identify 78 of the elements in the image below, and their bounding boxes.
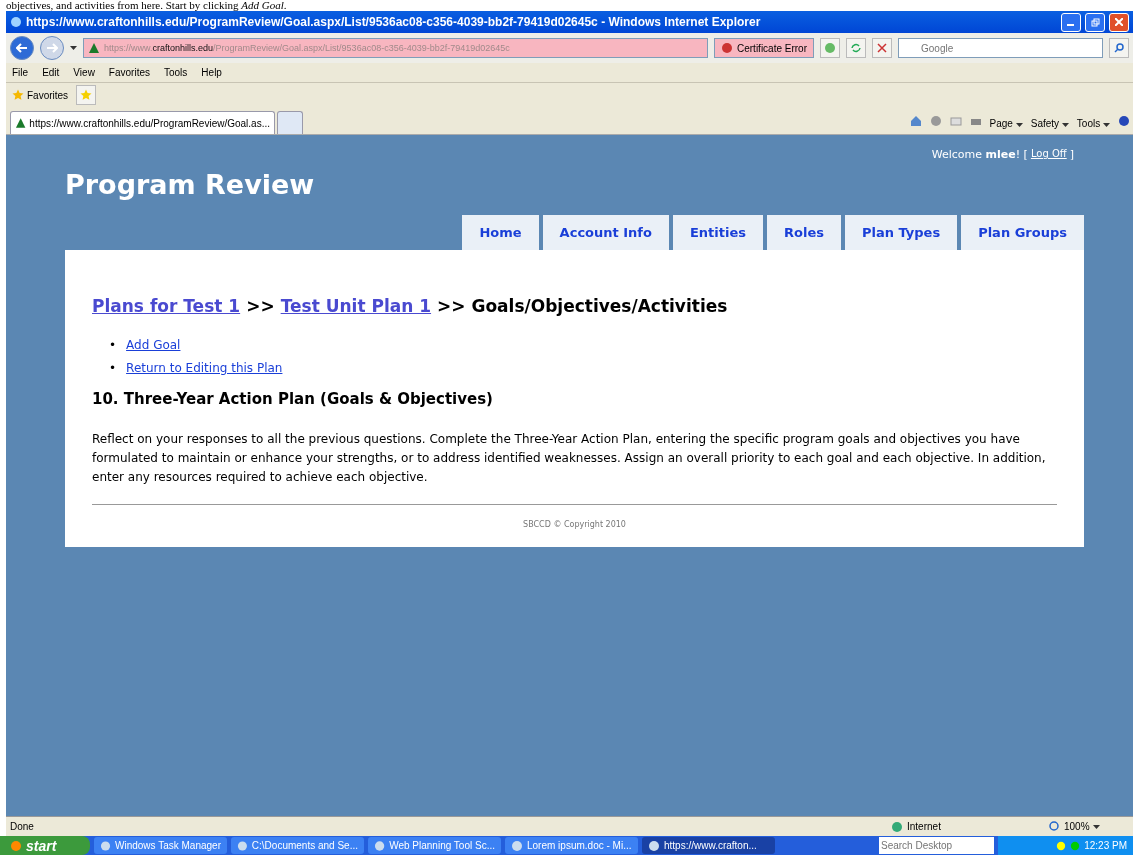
caret-icon [1061, 123, 1069, 127]
breadcrumb-text: >> Goals/Objectives/Activities [437, 296, 728, 316]
instructions-text: Reflect on your responses to all the previous questions. Complete the Three-Year Action Plan, entering the specific program goals and objectives you have formulated to maintain or enhance your strengths, or to address identified weaknesses. Assign an overall priority to each goal and each objective. In addition, enter any resources required to achieve each objective. [92, 431, 1047, 486]
forward-arrow-icon [46, 42, 58, 53]
search-field[interactable]: Google [898, 38, 1103, 58]
nav-tab[interactable]: Plan Types [844, 215, 958, 250]
add-favorite-button[interactable] [76, 85, 97, 105]
menu-item[interactable]: File [12, 67, 29, 78]
clock: 12:23 PM [1084, 840, 1127, 851]
stop-icon [876, 42, 888, 54]
taskbar-button[interactable]: Windows Task Manager [94, 837, 227, 854]
caret-icon [1103, 123, 1110, 127]
site-title: Program Review [65, 169, 316, 200]
command-menu[interactable]: Page [986, 118, 1026, 129]
bullet: • [109, 360, 117, 377]
zoom-button[interactable]: 100% [1049, 820, 1129, 833]
zone-text: Internet [907, 821, 941, 832]
site-logo-icon [88, 42, 100, 54]
close-icon [1115, 18, 1123, 26]
address-field[interactable]: https://www.craftonhills.edu/ProgramReview/Goal.aspx/List/9536ac08-c356-4039-bb2f-79419d02645c [83, 38, 708, 58]
menu-item[interactable]: Edit [42, 67, 60, 78]
command-menu[interactable]: Safety [1027, 118, 1072, 129]
caret-icon [70, 46, 77, 50]
log-off-link[interactable]: Log Off [1030, 148, 1067, 161]
star-icon [12, 89, 24, 101]
nav-tab[interactable]: Plan Groups [961, 215, 1084, 250]
action-link[interactable]: Return to Editing this Plan [126, 357, 283, 380]
action-link[interactable]: Add Goal [126, 334, 181, 357]
restore-button[interactable] [1085, 12, 1105, 32]
compatibility-button[interactable] [820, 38, 840, 58]
favorites-button[interactable]: Favorites [12, 89, 69, 101]
certificate-error-button[interactable]: Certificate Error [714, 38, 814, 58]
taskbar-button[interactable]: https://www.crafton... [642, 837, 775, 854]
close-button[interactable] [1109, 12, 1129, 32]
desktop-search-field[interactable]: Search Desktop [879, 837, 994, 854]
tray-icon [1070, 840, 1081, 851]
caret-icon [1092, 824, 1100, 829]
breadcrumb-link[interactable]: Test Unit Plan 1 [280, 296, 432, 316]
nav-tab[interactable]: Roles [767, 215, 841, 250]
section-title: 10. Three-Year Action Plan (Goals & Objectives) [92, 390, 494, 408]
minimize-button[interactable] [1061, 12, 1081, 32]
star-plus-icon [80, 89, 93, 101]
status-text: Done [10, 821, 34, 832]
bullet: • [109, 337, 117, 354]
menu-item[interactable]: Tools [164, 67, 188, 78]
nav-tab[interactable]: Entities [672, 215, 763, 250]
menu-item[interactable]: Help [201, 67, 222, 78]
tray-icon [1056, 840, 1067, 851]
home-icon [909, 115, 922, 127]
restore-icon [1090, 17, 1100, 27]
window-title: https://www.craftonhills.edu/ProgramReview/Goal.aspx/List/9536ac08-c356-4039-bb2f-79419d02645c - Windows Internet Explorer [26, 15, 762, 29]
taskbar-button[interactable]: Web Planning Tool Sc... [368, 837, 501, 854]
breadcrumb-text: >> [246, 296, 275, 316]
menu-item[interactable]: View [73, 67, 95, 78]
document-caption: objectives, and activities from here. Start by clicking Add Goal. [6, 0, 288, 11]
forward-button[interactable] [40, 36, 64, 60]
new-tab-button[interactable] [277, 111, 303, 134]
nav-tab[interactable]: Home [462, 215, 539, 250]
browser-tab[interactable]: https://www.craftonhills.edu/ProgramReview/Goal.as... [10, 111, 275, 134]
refresh-icon [850, 42, 862, 54]
taskbar-button[interactable]: Lorem ipsum.doc - Mi... [505, 837, 638, 854]
command-menu[interactable]: Tools [1073, 118, 1113, 129]
welcome-text: Welcome mlee! [ [931, 148, 1028, 161]
menu-item[interactable]: Favorites [108, 67, 150, 78]
search-icon [1113, 42, 1125, 54]
back-button[interactable] [10, 36, 34, 60]
copyright-text: SBCCD © Copyright 2010 [92, 504, 1057, 529]
start-button[interactable]: start [0, 836, 90, 855]
back-arrow-icon [16, 42, 28, 53]
search-button[interactable] [1109, 38, 1129, 58]
breadcrumb-link[interactable]: Plans for Test 1 [92, 296, 241, 316]
caret-icon [1015, 123, 1023, 127]
nav-tab[interactable]: Account Info [542, 215, 669, 250]
stop-button[interactable] [872, 38, 892, 58]
taskbar-button[interactable]: C:\Documents and Se... [231, 837, 364, 854]
refresh-button[interactable] [846, 38, 866, 58]
bracket-text: ] [1069, 148, 1074, 161]
site-logo-icon [15, 117, 27, 129]
